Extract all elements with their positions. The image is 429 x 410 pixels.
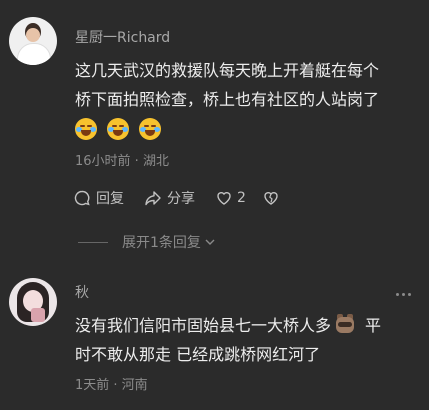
comment-text-line: 没有我们信阳市固始县七一大桥人多 平 [75,311,420,340]
avatar[interactable] [9,278,57,326]
dislike-button[interactable] [262,189,280,207]
chevron-down-icon [205,239,215,245]
broken-heart-icon [264,192,278,205]
crying-laughing-emoji [75,118,97,140]
like-button[interactable]: 2 [215,189,246,207]
avatar-body [17,43,51,65]
more-options-icon[interactable] [396,293,411,296]
heart-icon [217,192,231,205]
reply-divider [78,242,108,243]
like-count: 2 [237,190,246,206]
comment-text-line: 时不敢从那走 已经成跳桥网红河了 [75,345,321,364]
comment-meta: 1天前 · 河南 [75,378,148,393]
comment-actions: 回复 分享 2 [73,186,280,210]
username[interactable]: 秋 [75,282,89,302]
crying-laughing-emoji [107,118,129,140]
comment-meta: 16小时前 · 湖北 [75,154,169,169]
avatar-cup [31,308,45,322]
share-arrow-icon [145,191,161,206]
avatar[interactable] [9,17,57,65]
expand-replies-button[interactable]: 展开1条回复 [122,232,217,252]
emoji-row [75,118,171,142]
reply-button[interactable]: 回复 [73,188,124,208]
crying-laughing-emoji [139,118,161,140]
comment-text-part: 平 [365,316,382,335]
avatar-face [26,28,40,42]
expand-replies-label: 展开1条回复 [122,235,201,251]
share-button[interactable]: 分享 [144,188,195,208]
comment-text-line: 桥下面拍照检查，桥上也有社区的人站岗了 [75,90,380,109]
reply-label: 回复 [96,191,124,207]
username[interactable]: 星厨一Richard [75,27,170,47]
comment-text-part: 没有我们信阳市固始县七一大桥人多 [75,316,332,335]
comment-text-line: 这几天武汉的救援队每天晚上开着艇在每个 [75,61,380,80]
share-label: 分享 [167,191,195,207]
comment-bubble-icon [74,190,90,206]
raccoon-emoji [335,314,355,334]
